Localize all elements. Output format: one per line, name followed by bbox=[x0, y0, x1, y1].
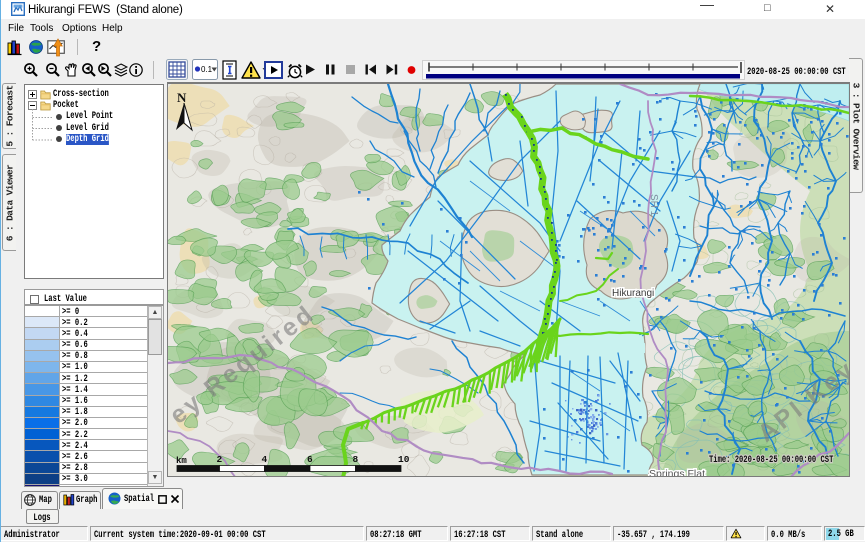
svg-text:Hikurangi: Hikurangi bbox=[612, 288, 654, 299]
svg-text:km: km bbox=[176, 456, 187, 466]
svg-text:0.1: 0.1 bbox=[201, 65, 213, 74]
svg-text:8: 8 bbox=[353, 454, 359, 465]
svg-text:10: 10 bbox=[398, 454, 410, 465]
svg-text:Time: 2020-08-25 00:00:00 CST: Time: 2020-08-25 00:00:00 CST bbox=[709, 454, 833, 466]
svg-text:4: 4 bbox=[262, 454, 268, 465]
svg-text:Springs Flat: Springs Flat bbox=[649, 468, 705, 477]
svg-text:6: 6 bbox=[307, 454, 313, 465]
svg-text:SH 1: SH 1 bbox=[648, 194, 659, 217]
svg-text:N: N bbox=[177, 90, 187, 105]
svg-text:2: 2 bbox=[217, 454, 223, 465]
